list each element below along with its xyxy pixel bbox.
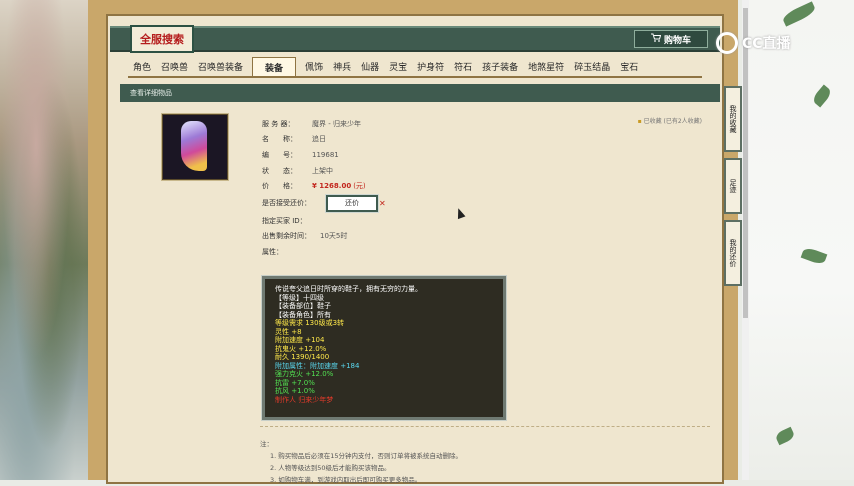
attr-line: 强力克火 +12.0%: [275, 370, 334, 378]
name-label: 名 称：: [262, 135, 297, 144]
favorite-count: (已有2人收藏): [663, 118, 703, 125]
cc-logo-icon: [716, 32, 738, 54]
cart-label: 购物车: [663, 35, 691, 46]
server-label: 服 务 器：: [262, 119, 295, 128]
notes-title: 注：: [260, 440, 273, 448]
side-tab-label: 我的收藏: [729, 105, 737, 133]
attr-line: 耐久 1390/1400: [275, 353, 330, 361]
tab-amulet[interactable]: 护身符: [412, 60, 449, 76]
id-row: 编 号： 119681: [262, 147, 562, 163]
price-value: ¥ 1268.00: [312, 182, 352, 191]
remaining-time-value: 10天5时: [320, 232, 348, 241]
id-value: 119681: [312, 150, 339, 159]
attr-line: 附加属性：附加速度 +184: [275, 361, 360, 370]
item-details: 服 务 器： 魔界 - 归来少年 名 称： 追日 编 号： 119681 状 态…: [262, 116, 562, 260]
tab-accessory[interactable]: 佩饰: [300, 60, 328, 76]
attr-line: 抗雷 +7.0%: [275, 378, 315, 387]
favorite-label: 已收藏: [643, 118, 662, 125]
remaining-time-row: 出售剩余时间： 10天5时: [262, 229, 562, 245]
side-tab-label: 我的还价: [729, 239, 737, 267]
price-row: 价 格： ¥ 1268.00 (元): [262, 178, 562, 194]
note-item: 1. 购买物品后必须在15分钟内支付，否则订单将被系统自动删除。: [270, 452, 463, 460]
counter-offer-row: 是否接受还价： 还价 ✕: [262, 194, 562, 213]
tab-spirit-treasure[interactable]: 灵宝: [384, 60, 412, 76]
close-icon[interactable]: ✕: [379, 199, 386, 208]
status-value: 上架中: [312, 166, 333, 175]
side-tab-history[interactable]: 足迹: [724, 158, 742, 214]
item-image: [161, 113, 229, 181]
top-bar: 全服搜索 购物车: [110, 25, 720, 53]
name-row: 名 称： 追日: [262, 132, 562, 148]
attr-line: 【装备部位】鞋子: [275, 302, 331, 310]
counter-offer-button[interactable]: 还价: [326, 194, 378, 212]
item-description: 传说夸父追日时所穿的鞋子，拥有无穷的力量。: [275, 285, 422, 293]
attr-line: 附加速度 +104: [275, 336, 325, 344]
name-value: 追日: [312, 135, 326, 144]
side-tab-label: 足迹: [729, 179, 737, 193]
note-item: 3. 如购物车满，到游戏内取出后即可购买更多物品。: [270, 476, 422, 484]
note-item: 2. 人物等级达到50级后才能购买该物品。: [270, 464, 391, 472]
attr-line: 【等级】十四级: [275, 293, 324, 302]
attr-line: 抗鬼火 +12.0%: [275, 344, 327, 353]
divider: [260, 426, 710, 427]
price-label: 价 格：: [262, 182, 297, 191]
tab-role[interactable]: 角色: [128, 60, 156, 76]
leaf-decoration: [774, 426, 796, 446]
tab-child-equipment[interactable]: 孩子装备: [477, 60, 523, 76]
leaf-decoration: [781, 1, 817, 27]
tab-summon-equipment[interactable]: 召唤兽装备: [193, 60, 248, 76]
status-label: 状 态：: [262, 166, 297, 175]
tab-immortal-artifact[interactable]: 仙器: [356, 60, 384, 76]
buyer-row: 指定买家 ID：: [262, 213, 562, 229]
side-tab-my-offers[interactable]: 我的还价: [724, 220, 742, 286]
attr-line: 灵性 +8: [275, 327, 302, 336]
remaining-time-label: 出售剩余时间：: [262, 232, 311, 241]
background-scenery-left: [0, 0, 90, 480]
scrollbar-thumb[interactable]: [743, 8, 748, 318]
side-tab-favorites[interactable]: 我的收藏: [724, 86, 742, 152]
main-panel: 全服搜索 购物车 角色 召唤兽 召唤兽装备 装备 佩饰 神兵 仙器 灵宝 护身符…: [88, 0, 738, 484]
section-title: 查看详细物品: [130, 89, 172, 97]
attributes-row: 属性：: [262, 244, 562, 260]
cart-icon: [650, 33, 662, 45]
tab-gemstone[interactable]: 宝石: [615, 60, 643, 76]
leaf-decoration: [810, 84, 834, 108]
tab-star-talisman[interactable]: 地煞星符: [523, 60, 569, 76]
leaf-decoration: [800, 246, 828, 266]
notes-section: 注： 1. 购买物品后必须在15分钟内支付，否则订单将被系统自动删除。 2. 人…: [260, 438, 462, 486]
section-header: 查看详细物品: [120, 84, 720, 102]
favorite-indicator[interactable]: ▪ 已收藏 (已有2人收藏): [638, 116, 702, 125]
watermark-text: CC直播: [742, 36, 791, 52]
attributes-label: 属性：: [262, 247, 283, 256]
panel-inner: 全服搜索 购物车 角色 召唤兽 召唤兽装备 装备 佩饰 神兵 仙器 灵宝 护身符…: [106, 14, 724, 484]
site-logo[interactable]: 全服搜索: [130, 25, 194, 53]
tab-rune-stone[interactable]: 符石: [449, 60, 477, 76]
cart-button[interactable]: 购物车: [634, 30, 708, 48]
attr-line: 等级需求 130级或3转: [275, 319, 345, 327]
maker-line: 制作人 归来少年梦: [275, 395, 334, 404]
id-label: 编 号：: [262, 150, 297, 159]
tab-jade-crystal[interactable]: 碎玉结晶: [569, 60, 615, 76]
tab-divine-weapon[interactable]: 神兵: [328, 60, 356, 76]
boot-icon: [181, 121, 207, 171]
counter-offer-label: 是否接受还价：: [262, 199, 311, 208]
server-row: 服 务 器： 魔界 - 归来少年: [262, 116, 562, 132]
server-value: 魔界 - 归来少年: [312, 119, 361, 128]
buyer-label: 指定买家 ID：: [262, 216, 307, 225]
tab-equipment[interactable]: 装备: [252, 57, 297, 76]
price-unit: (元): [353, 182, 366, 191]
attr-line: 【装备角色】所有: [275, 310, 331, 319]
cc-live-watermark: CC直播: [716, 32, 791, 54]
background-scenery-right: [742, 0, 854, 480]
status-row: 状 态： 上架中: [262, 163, 562, 179]
category-tabs: 角色 召唤兽 召唤兽装备 装备 佩饰 神兵 仙器 灵宝 护身符 符石 孩子装备 …: [128, 57, 702, 78]
attr-line: 抗风 +1.0%: [275, 387, 315, 395]
favorite-icon: ▪: [637, 118, 642, 125]
tab-summon[interactable]: 召唤兽: [156, 60, 193, 76]
item-attribute-panel: 传说夸父追日时所穿的鞋子，拥有无穷的力量。 【等级】十四级 【装备部位】鞋子 【…: [261, 275, 507, 421]
